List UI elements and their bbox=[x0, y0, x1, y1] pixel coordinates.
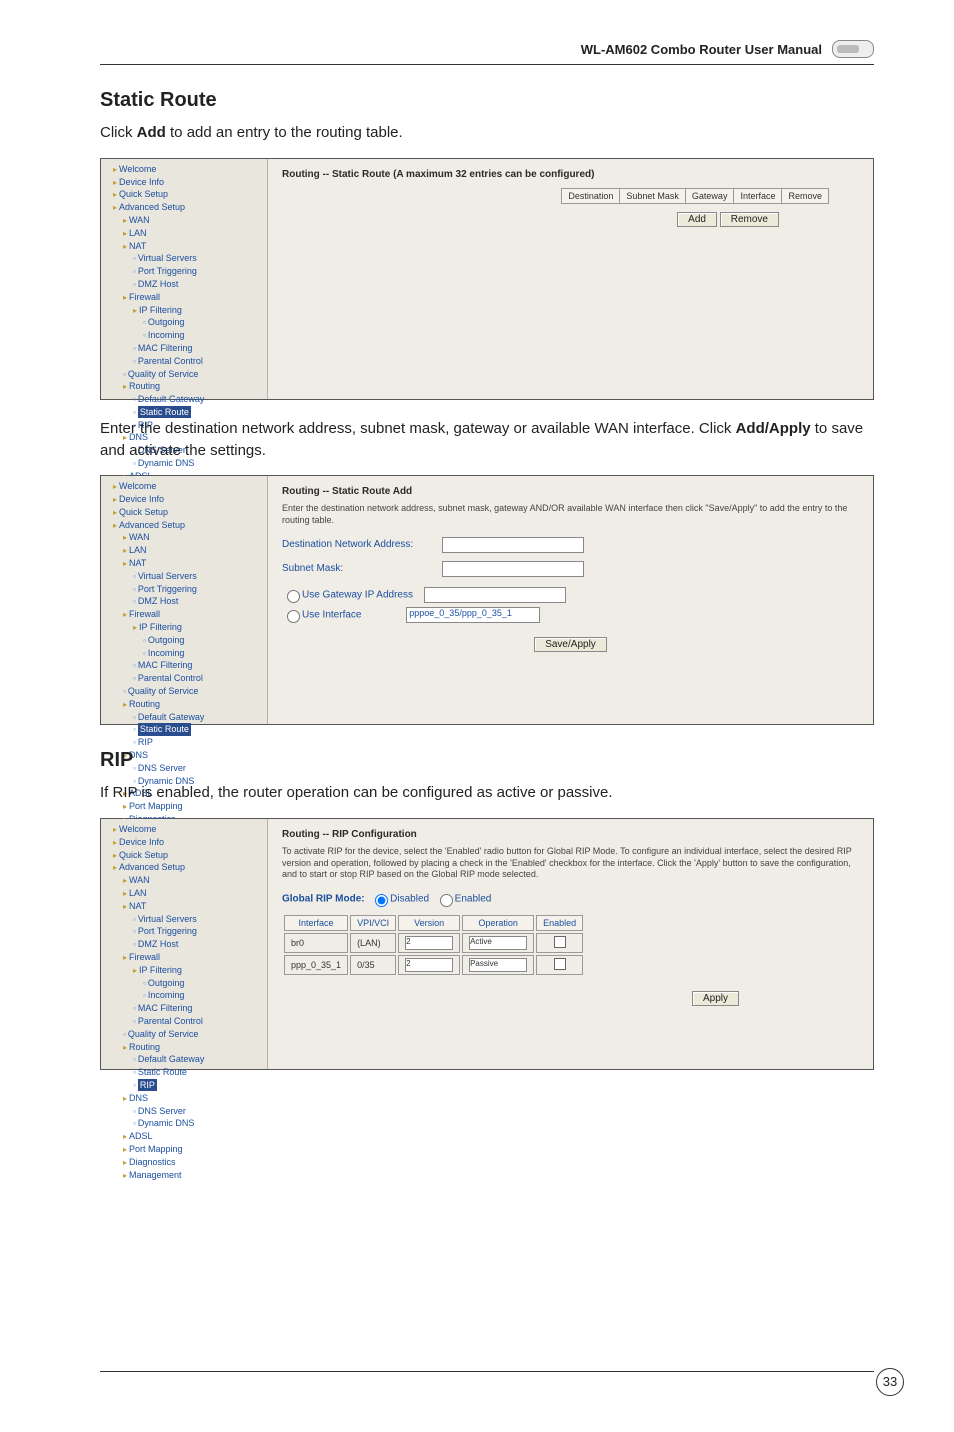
table-row: ppp_0_35_1 0/35 2 Passive bbox=[284, 955, 583, 975]
rip-table: Interface VPI/VCI Version Operation Enab… bbox=[282, 913, 585, 977]
pane-title: Routing -- Static Route Add bbox=[282, 486, 859, 497]
cell-iface: ppp_0_35_1 bbox=[284, 955, 348, 975]
heading-static-route: Static Route bbox=[100, 89, 874, 112]
col-remove: Remove bbox=[782, 188, 829, 203]
bold-addapply: Add/Apply bbox=[736, 420, 811, 437]
col-version: Version bbox=[398, 915, 460, 931]
radio-interface[interactable] bbox=[287, 610, 300, 623]
content-pane: Routing -- Static Route (A maximum 32 en… bbox=[268, 159, 873, 399]
table-row: br0 (LAN) 2 Active bbox=[284, 933, 583, 953]
radio-disabled[interactable] bbox=[375, 894, 388, 907]
col-vpivci: VPI/VCI bbox=[350, 915, 396, 931]
pane-title: Routing -- Static Route (A maximum 32 en… bbox=[282, 169, 859, 180]
para-static-middle: Enter the destination network address, s… bbox=[100, 418, 874, 462]
manual-title: WL-AM602 Combo Router User Manual bbox=[581, 42, 822, 57]
nav-tree[interactable]: WelcomeDevice InfoQuick SetupAdvanced Se… bbox=[101, 819, 268, 1069]
bold-add: Add bbox=[137, 124, 166, 141]
para-rip-intro: If RIP is enabled, the router operation … bbox=[100, 782, 874, 804]
enabled-checkbox[interactable] bbox=[554, 936, 566, 948]
add-button[interactable]: Add bbox=[677, 212, 717, 227]
interface-select[interactable]: pppoe_0_35/ppp_0_35_1 bbox=[406, 607, 540, 623]
text: Click bbox=[100, 124, 137, 141]
enabled-checkbox[interactable] bbox=[554, 958, 566, 970]
apply-button[interactable]: Apply bbox=[692, 991, 739, 1006]
label-mask: Subnet Mask: bbox=[282, 563, 442, 574]
operation-select[interactable]: Passive bbox=[469, 958, 527, 972]
label-enabled: Enabled bbox=[455, 894, 492, 905]
remove-button[interactable]: Remove bbox=[720, 212, 779, 227]
pane-desc: To activate RIP for the device, select t… bbox=[282, 846, 859, 881]
version-select[interactable]: 2 bbox=[405, 958, 453, 972]
text: Enter the destination network address, s… bbox=[100, 420, 736, 437]
col-interface: Interface bbox=[284, 915, 348, 931]
cell-iface: br0 bbox=[284, 933, 348, 953]
route-table: Destination Subnet Mask Gateway Interfac… bbox=[561, 188, 829, 204]
cell-vpi: 0/35 bbox=[350, 955, 396, 975]
gateway-input[interactable] bbox=[424, 587, 566, 603]
pane-desc: Enter the destination network address, s… bbox=[282, 503, 859, 526]
operation-select[interactable]: Active bbox=[469, 936, 527, 950]
col-operation: Operation bbox=[462, 915, 534, 931]
router-icon bbox=[832, 40, 874, 58]
footer-rule bbox=[100, 1371, 874, 1372]
para-static-intro: Click Add to add an entry to the routing… bbox=[100, 122, 874, 144]
screenshot-rip: WelcomeDevice InfoQuick SetupAdvanced Se… bbox=[100, 818, 874, 1070]
version-select[interactable]: 2 bbox=[405, 936, 453, 950]
radio-interface-label: Use Interface bbox=[302, 609, 361, 620]
save-apply-button[interactable]: Save/Apply bbox=[534, 637, 607, 652]
pane-title: Routing -- RIP Configuration bbox=[282, 829, 859, 840]
col-subnet: Subnet Mask bbox=[620, 188, 686, 203]
radio-gateway-label: Use Gateway IP Address bbox=[302, 589, 413, 600]
mask-input[interactable] bbox=[442, 561, 584, 577]
col-gateway: Gateway bbox=[685, 188, 734, 203]
screenshot-static-list: WelcomeDevice InfoQuick SetupAdvanced Se… bbox=[100, 158, 874, 400]
mode-label: Global RIP Mode: bbox=[282, 894, 365, 905]
radio-enabled[interactable] bbox=[440, 894, 453, 907]
nav-tree[interactable]: WelcomeDevice InfoQuick SetupAdvanced Se… bbox=[101, 159, 268, 399]
text: to add an entry to the routing table. bbox=[166, 124, 403, 141]
page-header: WL-AM602 Combo Router User Manual bbox=[100, 40, 874, 65]
cell-vpi: (LAN) bbox=[350, 933, 396, 953]
nav-tree[interactable]: WelcomeDevice InfoQuick SetupAdvanced Se… bbox=[101, 476, 268, 724]
col-enabled: Enabled bbox=[536, 915, 583, 931]
col-destination: Destination bbox=[562, 188, 620, 203]
col-interface: Interface bbox=[734, 188, 782, 203]
dest-input[interactable] bbox=[442, 537, 584, 553]
content-pane: Routing -- RIP Configuration To activate… bbox=[268, 819, 873, 1069]
page-number: 33 bbox=[876, 1368, 904, 1396]
content-pane: Routing -- Static Route Add Enter the de… bbox=[268, 476, 873, 724]
radio-gateway[interactable] bbox=[287, 590, 300, 603]
label-disabled: Disabled bbox=[390, 894, 429, 905]
screenshot-static-add: WelcomeDevice InfoQuick SetupAdvanced Se… bbox=[100, 475, 874, 725]
label-dest: Destination Network Address: bbox=[282, 539, 442, 550]
